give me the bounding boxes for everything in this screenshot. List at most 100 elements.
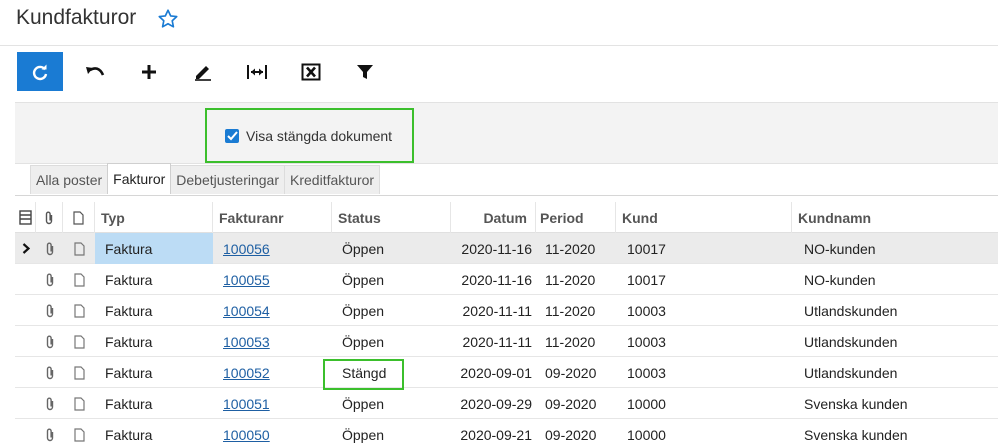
tab-alla-poster[interactable]: Alla poster <box>30 165 109 194</box>
typ-cell[interactable]: Faktura <box>95 388 213 419</box>
date-cell: 2020-11-16 <box>461 271 532 288</box>
fit-width-icon <box>247 64 267 79</box>
note-cell[interactable] <box>63 357 95 388</box>
title-bar: Kundfakturor <box>0 0 998 46</box>
table-row[interactable]: Faktura 100052 Stängd 2020-09-01 09-2020… <box>15 357 998 388</box>
customer-cell: 10000 <box>627 426 666 443</box>
attachment-cell[interactable] <box>36 388 63 419</box>
current-row-indicator <box>15 233 36 264</box>
note-cell[interactable] <box>63 326 95 357</box>
export-excel-button[interactable] <box>288 52 334 91</box>
note-cell[interactable] <box>63 264 95 295</box>
customer-name-cell: Utlandskunden <box>804 364 898 381</box>
show-closed-checkbox[interactable] <box>225 128 239 143</box>
attachment-cell[interactable] <box>36 357 63 388</box>
note-cell[interactable] <box>63 388 95 419</box>
invoice-number-link[interactable]: 100053 <box>223 334 270 350</box>
excel-icon <box>301 63 321 80</box>
typ-cell[interactable]: Faktura <box>95 233 213 264</box>
attachment-cell[interactable] <box>36 264 63 295</box>
status-cell: Öppen <box>342 302 385 319</box>
tab-fakturor[interactable]: Fakturor <box>107 163 172 194</box>
note-header <box>63 202 95 233</box>
add-button[interactable] <box>126 52 172 91</box>
favorite-star-icon[interactable] <box>157 8 179 30</box>
invoice-number-link[interactable]: 100050 <box>223 427 270 443</box>
edit-button[interactable] <box>180 52 226 91</box>
filter-button[interactable] <box>342 52 388 91</box>
invoice-number-link[interactable]: 100054 <box>223 303 270 319</box>
status-cell: Öppen <box>342 426 385 443</box>
document-icon <box>73 365 85 380</box>
table-row[interactable]: Faktura 100051 Öppen 2020-09-29 09-2020 … <box>15 388 998 419</box>
col-datum[interactable]: Datum <box>451 202 536 233</box>
document-icon <box>73 427 85 442</box>
table-row[interactable]: Faktura 100056 Öppen 2020-11-16 11-2020 … <box>15 233 998 264</box>
customer-name-cell: NO-kunden <box>804 271 876 288</box>
invoice-number-link[interactable]: 100056 <box>223 241 270 257</box>
typ-cell[interactable]: Faktura <box>95 419 213 444</box>
typ-cell[interactable]: Faktura <box>95 326 213 357</box>
col-kundnamn[interactable]: Kundnamn <box>792 202 998 233</box>
invoice-number-link[interactable]: 100055 <box>223 272 270 288</box>
note-cell[interactable] <box>63 419 95 444</box>
show-closed-documents-option[interactable]: Visa stängda dokument <box>205 108 414 163</box>
refresh-button[interactable] <box>17 52 63 91</box>
invoice-number-link[interactable]: 100052 <box>223 365 270 381</box>
tab-bar: Alla poster Fakturor Debetjusteringar Kr… <box>30 163 381 194</box>
col-status[interactable]: Status <box>332 202 451 233</box>
date-cell: 2020-11-11 <box>462 333 532 350</box>
page-title: Kundfakturor <box>16 6 137 29</box>
customer-cell: 10003 <box>627 364 666 381</box>
status-cell: Stängd <box>342 364 387 381</box>
paperclip-icon <box>46 304 53 318</box>
date-cell: 2020-09-29 <box>460 395 532 412</box>
period-cell: 09-2020 <box>545 426 597 443</box>
fit-columns-button[interactable] <box>234 52 280 91</box>
undo-button[interactable] <box>72 52 118 91</box>
table-row[interactable]: Faktura 100053 Öppen 2020-11-11 11-2020 … <box>15 326 998 357</box>
typ-cell[interactable]: Faktura <box>95 295 213 326</box>
status-cell: Öppen <box>342 240 385 257</box>
period-cell: 09-2020 <box>545 395 597 412</box>
attachment-cell[interactable] <box>36 419 63 444</box>
period-cell: 11-2020 <box>545 271 596 288</box>
tab-debetjusteringar[interactable]: Debetjusteringar <box>170 165 286 194</box>
col-kund[interactable]: Kund <box>616 202 792 233</box>
period-cell: 11-2020 <box>545 302 596 319</box>
customer-name-cell: Svenska kunden <box>804 395 908 412</box>
table-row[interactable]: Faktura 100050 Öppen 2020-09-21 09-2020 … <box>15 419 998 444</box>
document-icon <box>73 241 85 256</box>
refresh-icon <box>32 64 48 80</box>
paperclip-icon <box>46 335 53 349</box>
table-row[interactable]: Faktura 100054 Öppen 2020-11-11 11-2020 … <box>15 295 998 326</box>
paperclip-icon <box>46 273 53 287</box>
invoice-grid: Typ Fakturanr Status Datum Period Kund K… <box>15 195 998 443</box>
plus-icon <box>142 64 156 79</box>
col-typ[interactable]: Typ <box>95 202 213 233</box>
note-cell[interactable] <box>63 233 95 264</box>
attachment-cell[interactable] <box>36 233 63 264</box>
date-cell: 2020-11-16 <box>461 240 532 257</box>
typ-cell[interactable]: Faktura <box>95 357 213 388</box>
row-settings-header[interactable] <box>15 202 36 233</box>
attachment-cell[interactable] <box>36 295 63 326</box>
customer-cell: 10017 <box>627 240 666 257</box>
typ-cell[interactable]: Faktura <box>95 264 213 295</box>
date-cell: 2020-09-21 <box>460 426 532 443</box>
tab-kreditfakturor[interactable]: Kreditfakturor <box>284 165 381 194</box>
period-cell: 11-2020 <box>545 240 596 257</box>
customer-cell: 10000 <box>627 395 666 412</box>
attachment-header <box>36 202 63 233</box>
column-settings-icon <box>18 210 32 225</box>
document-icon <box>73 210 84 225</box>
invoice-number-link[interactable]: 100051 <box>223 396 270 412</box>
table-row[interactable]: Faktura 100055 Öppen 2020-11-16 11-2020 … <box>15 264 998 295</box>
col-period[interactable]: Period <box>536 202 616 233</box>
note-cell[interactable] <box>63 295 95 326</box>
col-fakturanr[interactable]: Fakturanr <box>213 202 332 233</box>
date-cell: 2020-11-11 <box>462 302 532 319</box>
attachment-cell[interactable] <box>36 326 63 357</box>
document-icon <box>73 396 85 411</box>
customer-cell: 10003 <box>627 333 666 350</box>
